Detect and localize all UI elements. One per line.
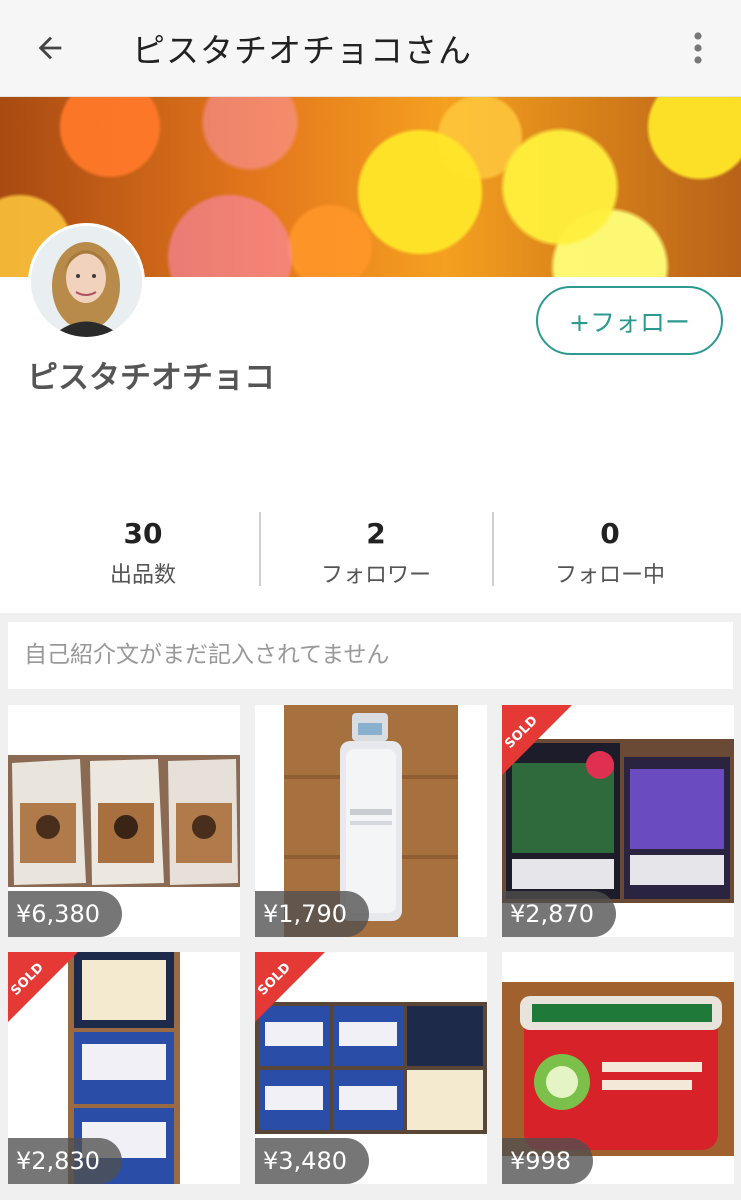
item-card[interactable]: ¥6,380 (8, 705, 240, 937)
item-price: ¥1,790 (255, 891, 369, 937)
sold-badge: SOLD (502, 705, 572, 775)
item-price: ¥998 (502, 1138, 594, 1184)
item-photo (502, 982, 734, 1156)
item-photo (8, 755, 240, 887)
page-title: ピスタチオチョコさん (132, 31, 472, 70)
arrow-back-icon (38, 36, 62, 60)
back-button[interactable] (24, 26, 76, 70)
stat-divider (492, 512, 494, 586)
item-card[interactable]: ¥3,480 SOLD (255, 952, 487, 1184)
stat-divider (259, 512, 261, 586)
sold-badge: SOLD (8, 952, 78, 1022)
stat-followers-label: フォロワー (320, 563, 431, 588)
more-options-button[interactable] (678, 24, 718, 72)
item-card[interactable]: ¥1,790 (255, 705, 487, 937)
stat-following-value: 0 (600, 517, 620, 550)
profile-name: ピスタチオチョコ (27, 360, 275, 396)
item-price: ¥2,870 (502, 891, 616, 937)
stat-listings-label: 出品数 (109, 563, 176, 588)
stat-following[interactable]: 0 フォロー中 (510, 515, 710, 589)
item-card[interactable]: ¥998 (502, 952, 734, 1184)
avatar-photo (31, 226, 142, 337)
stat-listings[interactable]: 30 出品数 (43, 515, 243, 589)
sold-badge: SOLD (255, 952, 325, 1022)
avatar[interactable] (28, 223, 145, 340)
stat-following-label: フォロー中 (554, 563, 665, 588)
item-card[interactable]: ¥2,830 SOLD (8, 952, 240, 1184)
item-price: ¥3,480 (255, 1138, 369, 1184)
follow-button[interactable]: +フォロー (536, 286, 723, 355)
app-bar: ピスタチオチョコさん (0, 0, 741, 97)
item-price: ¥6,380 (8, 891, 122, 937)
more-vert-icon (694, 32, 702, 64)
item-price: ¥2,830 (8, 1138, 122, 1184)
stat-listings-value: 30 (123, 517, 163, 550)
stat-followers[interactable]: 2 フォロワー (276, 515, 476, 589)
item-card[interactable]: ¥2,870 SOLD (502, 705, 734, 937)
stat-followers-value: 2 (366, 517, 386, 550)
self-introduction: 自己紹介文がまだ記入されてません (8, 622, 733, 689)
